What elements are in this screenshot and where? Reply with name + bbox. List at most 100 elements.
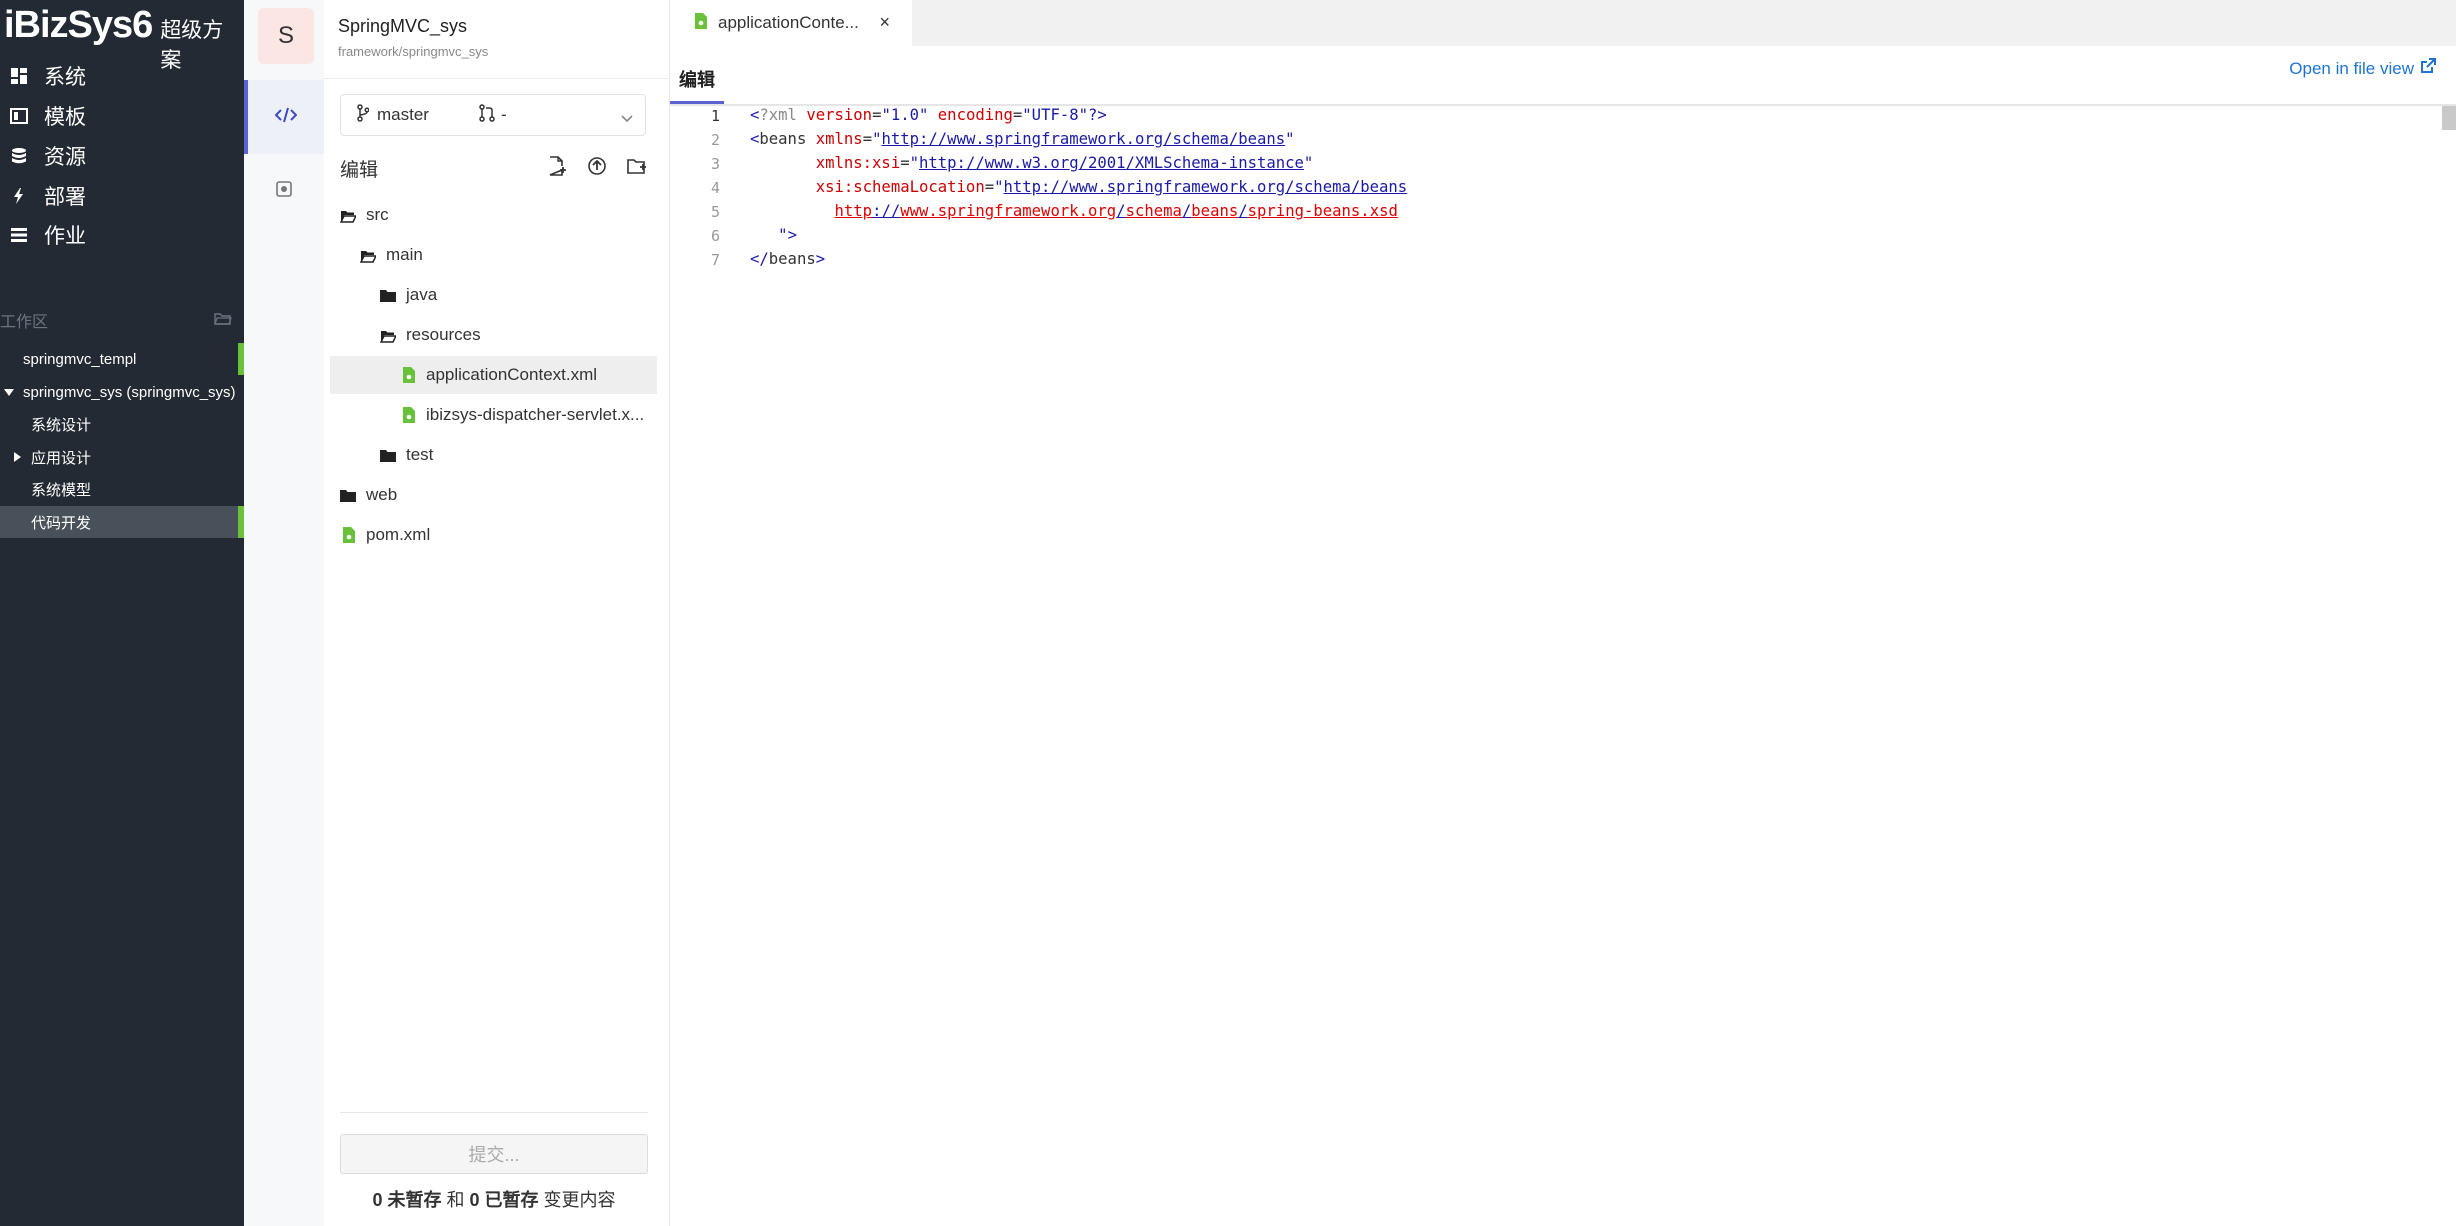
new-file-icon[interactable] <box>547 156 567 176</box>
chevron-down-icon <box>621 108 633 128</box>
tree-label: pom.xml <box>366 525 431 544</box>
workspace-item-springmvc-templ[interactable]: springmvc_templ <box>0 343 244 375</box>
caret-right-icon[interactable] <box>14 452 21 462</box>
code-icon <box>274 107 298 128</box>
commit-divider <box>340 1112 648 1113</box>
list-icon <box>10 226 28 244</box>
and-text: 和 <box>446 1190 465 1210</box>
tree-folder-resources[interactable]: resources <box>330 316 657 354</box>
code-line: <?xml version="1.0" encoding="UTF-8"?> <box>750 106 1107 124</box>
line-number: 3 <box>710 155 720 173</box>
workspace-item-label: 代码开发 <box>31 514 92 532</box>
workspace-item-label: 应用设计 <box>31 449 92 467</box>
branch-name: master <box>377 105 429 124</box>
tree-folder-src[interactable]: src <box>330 196 657 234</box>
caret-down-icon[interactable] <box>4 388 14 396</box>
workspace-title-text: 工作区 <box>0 314 49 331</box>
folder-icon <box>380 448 396 462</box>
unstaged-count: 0 <box>372 1190 383 1210</box>
folder-open-icon <box>339 208 358 223</box>
nav-item-job[interactable]: 作业 <box>0 216 244 254</box>
source-control-button[interactable] <box>244 154 324 228</box>
panel-edit-label: 编辑 <box>340 160 379 181</box>
upload-icon[interactable] <box>587 156 607 176</box>
workspace-item-label: springmvc_sys (springmvc_sys) <box>23 383 236 401</box>
nav-label: 模板 <box>44 106 86 129</box>
tree-folder-java[interactable]: java <box>330 276 657 314</box>
tree-label: resources <box>406 325 481 344</box>
tree-folder-web[interactable]: web <box>330 476 657 514</box>
panel-divider <box>324 78 669 79</box>
nav-label: 作业 <box>44 225 86 248</box>
file-panel <box>324 0 670 1226</box>
folder-icon <box>380 288 396 302</box>
line-number: 6 <box>710 227 720 245</box>
code-view-button[interactable] <box>244 80 324 154</box>
code-line: http://www.springframework.org/schema/be… <box>834 202 1398 220</box>
tree-folder-main[interactable]: main <box>330 236 657 274</box>
line-number: 4 <box>710 179 720 197</box>
workspace-item-label: springmvc_templ <box>23 350 137 368</box>
tree-label: test <box>406 445 434 464</box>
code-line: <beans xmlns="http://www.springframework… <box>750 130 1295 148</box>
nav-label: 资源 <box>44 146 86 169</box>
folder-icon <box>340 488 356 502</box>
xml-file-icon <box>402 407 416 423</box>
workspace-item-app-design[interactable]: 应用设计 <box>0 441 244 473</box>
tree-file-applicationcontext[interactable]: applicationContext.xml <box>330 356 657 394</box>
nav-item-deploy[interactable]: 部署 <box>0 177 244 215</box>
tab-label: applicationConte... <box>718 13 859 32</box>
open-in-file-view-link[interactable]: Open in file view <box>2289 58 2436 79</box>
xml-file-icon <box>402 367 416 383</box>
nav-item-resource[interactable]: 资源 <box>0 137 244 175</box>
project-avatar: S <box>258 8 314 64</box>
code-line: xsi:schemaLocation="http://www.springfra… <box>815 178 1408 196</box>
branch-selector[interactable]: master - <box>340 94 646 136</box>
xml-file-icon <box>694 12 708 34</box>
tree-file-dispatcher-servlet[interactable]: ibizsys-dispatcher-servlet.x... <box>330 396 657 434</box>
merge-request-value: - <box>500 105 507 124</box>
workspace-item-system-model[interactable]: 系统模型 <box>0 473 244 505</box>
tree-label: java <box>406 285 438 304</box>
workspace-item-system-design[interactable]: 系统设计 <box>0 408 244 440</box>
staged-label: 已暂存 <box>484 1190 539 1210</box>
workspace-item-label: 系统模型 <box>31 481 92 499</box>
tree-label: applicationContext.xml <box>426 365 598 384</box>
main-sidebar: iBizSys6 超级方案 系统 模板 资源 部署 作业 工作区 springm… <box>0 0 244 1226</box>
line-number: 1 <box>710 107 720 125</box>
workspace-item-label: 系统设计 <box>31 416 92 434</box>
editor-scrollbar[interactable] <box>2442 106 2456 130</box>
record-icon <box>275 180 293 203</box>
commit-button[interactable]: 提交... <box>340 1134 648 1174</box>
nav-label: 部署 <box>44 186 86 209</box>
editor-tab-applicationcontext[interactable]: applicationConte... × <box>670 0 912 46</box>
template-icon <box>10 107 28 125</box>
folder-open-icon <box>379 328 398 343</box>
new-folder-icon[interactable] <box>627 156 647 176</box>
nav-item-template[interactable]: 模板 <box>0 97 244 135</box>
changes-text: 变更内容 <box>543 1190 616 1210</box>
unstaged-label: 未暂存 <box>387 1190 442 1210</box>
line-number: 7 <box>710 251 720 269</box>
app-brand: iBizSys6 超级方案 <box>4 4 244 72</box>
nav-item-system[interactable]: 系统 <box>0 57 244 95</box>
workspace-item-code-dev[interactable]: 代码开发 <box>0 506 244 538</box>
change-status: 0 未暂存 和 0 已暂存 变更内容 <box>340 1186 648 1212</box>
workspace-item-springmvc-sys[interactable]: springmvc_sys (springmvc_sys) <box>0 376 244 408</box>
folder-open-icon <box>359 248 378 263</box>
code-line: </beans> <box>750 250 826 268</box>
merge-request-icon <box>479 103 495 127</box>
database-icon <box>10 147 28 165</box>
app-logo: iBizSys6 <box>4 4 153 46</box>
code-line: "> <box>778 226 797 244</box>
folder-open-icon[interactable] <box>214 312 232 326</box>
close-icon[interactable]: × <box>879 12 890 33</box>
tree-file-pom[interactable]: pom.xml <box>330 516 657 554</box>
tree-folder-test[interactable]: test <box>330 436 657 474</box>
dashboard-icon <box>10 67 28 85</box>
workspace-title: 工作区 <box>0 306 244 334</box>
project-path: framework/springmvc_sys <box>338 44 489 59</box>
tab-edit[interactable]: 编辑 <box>670 56 724 104</box>
code-line: xmlns:xsi="http://www.w3.org/2001/XMLSch… <box>815 154 1314 172</box>
tree-label: web <box>366 485 398 504</box>
